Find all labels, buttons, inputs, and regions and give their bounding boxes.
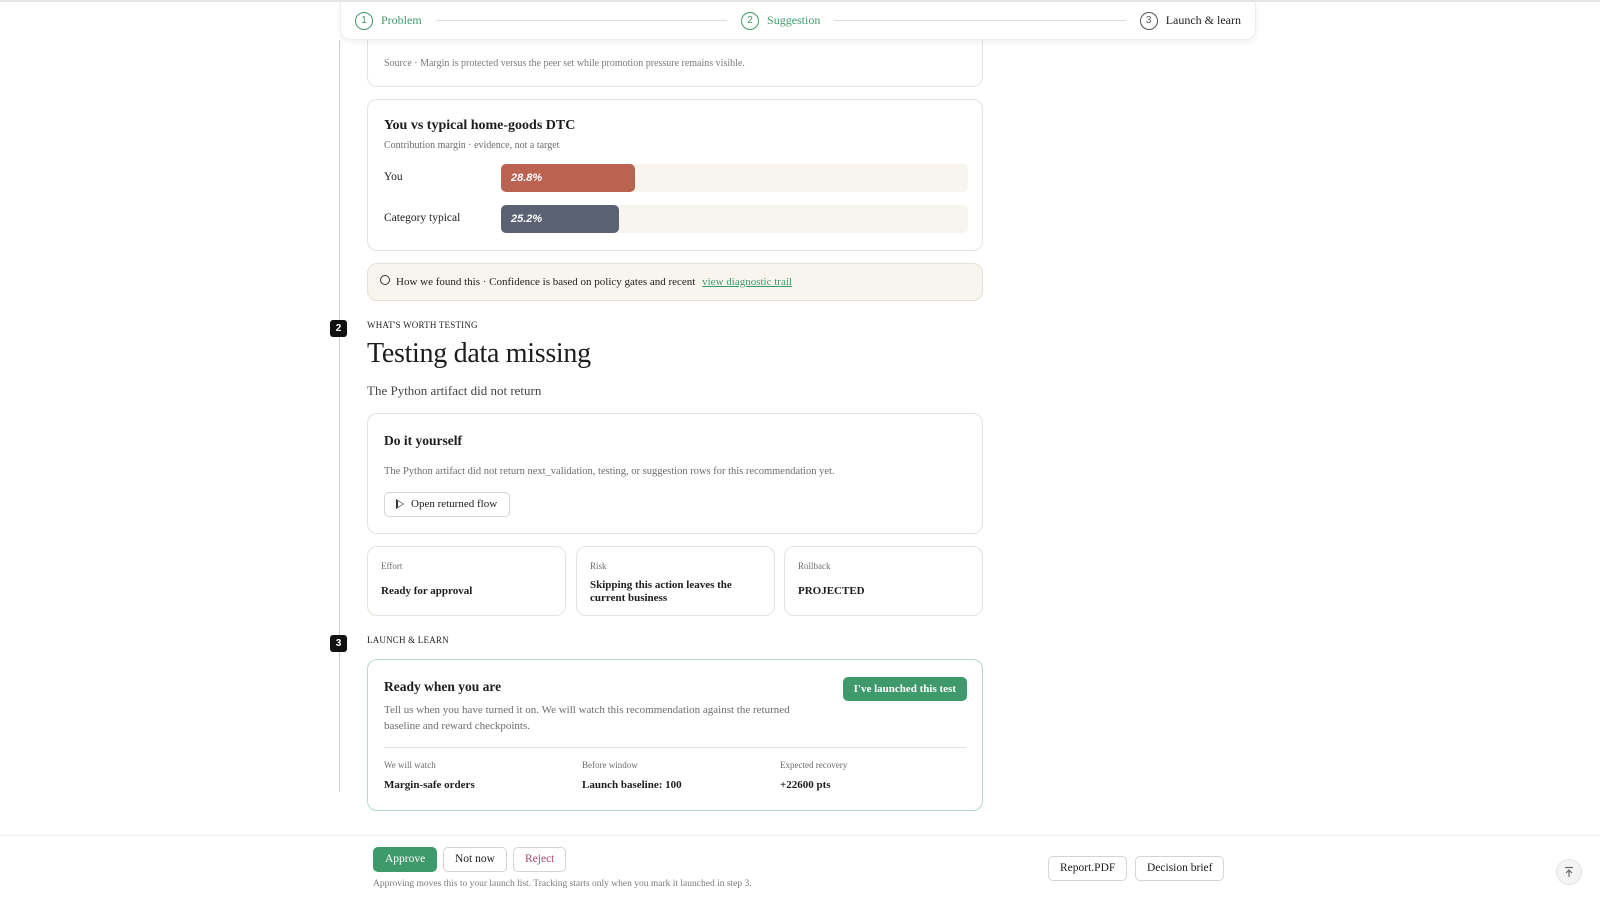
timeline-rail (339, 40, 340, 792)
bar-track: 28.8% (501, 164, 968, 192)
diy-description: The Python artifact did not return next_… (384, 466, 835, 477)
section-3-badge: 3 (330, 635, 347, 652)
how-found-bar: How we found this · Confidence is based … (367, 263, 983, 301)
watch-key: Expected recovery (780, 760, 848, 770)
step-label: Problem (381, 13, 422, 27)
source-text: Source · Margin is protected versus the … (384, 58, 745, 69)
step-connector (834, 20, 1126, 21)
metric-value: PROJECTED (798, 585, 865, 597)
step-suggestion[interactable]: 2 Suggestion (741, 11, 821, 30)
bar-label: You (384, 171, 403, 183)
section-2-label: WHAT'S WORTH TESTING (367, 320, 478, 330)
action-footer: Approve Not now Reject Approving moves t… (0, 835, 1600, 900)
arrow-up-to-top-icon (1565, 866, 1573, 877)
scroll-to-top-button[interactable] (1556, 859, 1582, 885)
diagnostic-trail-link[interactable]: view diagnostic trail (702, 276, 792, 288)
bar-label: Category typical (384, 212, 461, 224)
bar-row-you: You 28.8% (384, 164, 968, 192)
comparison-subtitle: Contribution margin · evidence, not a ta… (384, 140, 560, 151)
report-pdf-button[interactable]: Report.PDF (1048, 856, 1128, 881)
ready-card: Ready when you are Tell us when you have… (367, 659, 983, 811)
bar-fill: 25.2% (501, 205, 619, 233)
before-window: Before window Launch baseline: 100 (582, 760, 682, 791)
step-problem[interactable]: 1 Problem (355, 11, 422, 30)
effort-card: Effort Ready for approval (367, 546, 566, 616)
open-returned-flow-button[interactable]: Open returned flow (384, 492, 511, 517)
bar-fill: 28.8% (501, 164, 636, 192)
step-number: 3 (1139, 11, 1158, 30)
reject-button[interactable]: Reject (513, 847, 567, 872)
metric-key: Rollback (798, 561, 831, 571)
section-3-label: LAUNCH & LEARN (367, 635, 449, 645)
diy-title: Do it yourself (384, 433, 462, 448)
not-now-button[interactable]: Not now (443, 847, 507, 872)
metric-key: Effort (381, 561, 403, 571)
bar-track: 25.2% (501, 205, 968, 233)
metric-value: Ready for approval (381, 585, 473, 597)
step-label: Launch & learn (1165, 13, 1242, 27)
play-icon (396, 499, 404, 509)
watch-metric: We will watch Margin-safe orders (384, 760, 475, 791)
watch-value: Margin-safe orders (384, 779, 475, 791)
ready-title: Ready when you are (384, 679, 502, 694)
info-circle-icon (380, 275, 390, 285)
do-it-yourself-card: Do it yourself The Python artifact did n… (367, 413, 983, 534)
risk-card: Risk Skipping this action leaves the cur… (576, 546, 775, 616)
watch-value: +22600 pts (780, 779, 831, 791)
metric-value: Skipping this action leaves the current … (590, 579, 732, 604)
step-label: Suggestion (767, 13, 821, 27)
expected-recovery: Expected recovery +22600 pts (780, 760, 847, 791)
button-label: Open returned flow (411, 498, 498, 510)
step-connector (435, 20, 728, 21)
rollback-card: Rollback PROJECTED (784, 546, 983, 616)
watch-key: We will watch (384, 760, 436, 770)
progress-stepper: 1 Problem 2 Suggestion 3 Launch & learn (340, 2, 1256, 40)
approve-button[interactable]: Approve (373, 847, 438, 872)
watch-key: Before window (582, 760, 638, 770)
how-found-label: How we found this · Confidence is based … (396, 276, 696, 288)
step-number: 1 (355, 11, 373, 30)
step-launch-learn[interactable]: 3 Launch & learn (1139, 11, 1242, 30)
comparison-card: You vs typical home-goods DTC Contributi… (367, 99, 983, 251)
divider (384, 747, 966, 748)
how-found-text: How we found this · Confidence is based … (396, 276, 792, 288)
decision-brief-button[interactable]: Decision brief (1135, 856, 1225, 881)
launched-test-button[interactable]: I've launched this test (842, 677, 967, 701)
watch-value: Launch baseline: 100 (582, 779, 682, 791)
step-number: 2 (741, 11, 760, 30)
section-2-title: Testing data missing (367, 338, 591, 369)
bar-row-category: Category typical 25.2% (384, 205, 968, 233)
comparison-title: You vs typical home-goods DTC (384, 118, 576, 133)
metric-key: Risk (590, 561, 607, 571)
approval-note: Approving moves this to your launch list… (373, 879, 752, 889)
ready-description: Tell us when you have turned it on. We w… (384, 704, 790, 732)
section-2-subtitle: The Python artifact did not return (367, 383, 542, 398)
section-2-badge: 2 (330, 320, 347, 337)
